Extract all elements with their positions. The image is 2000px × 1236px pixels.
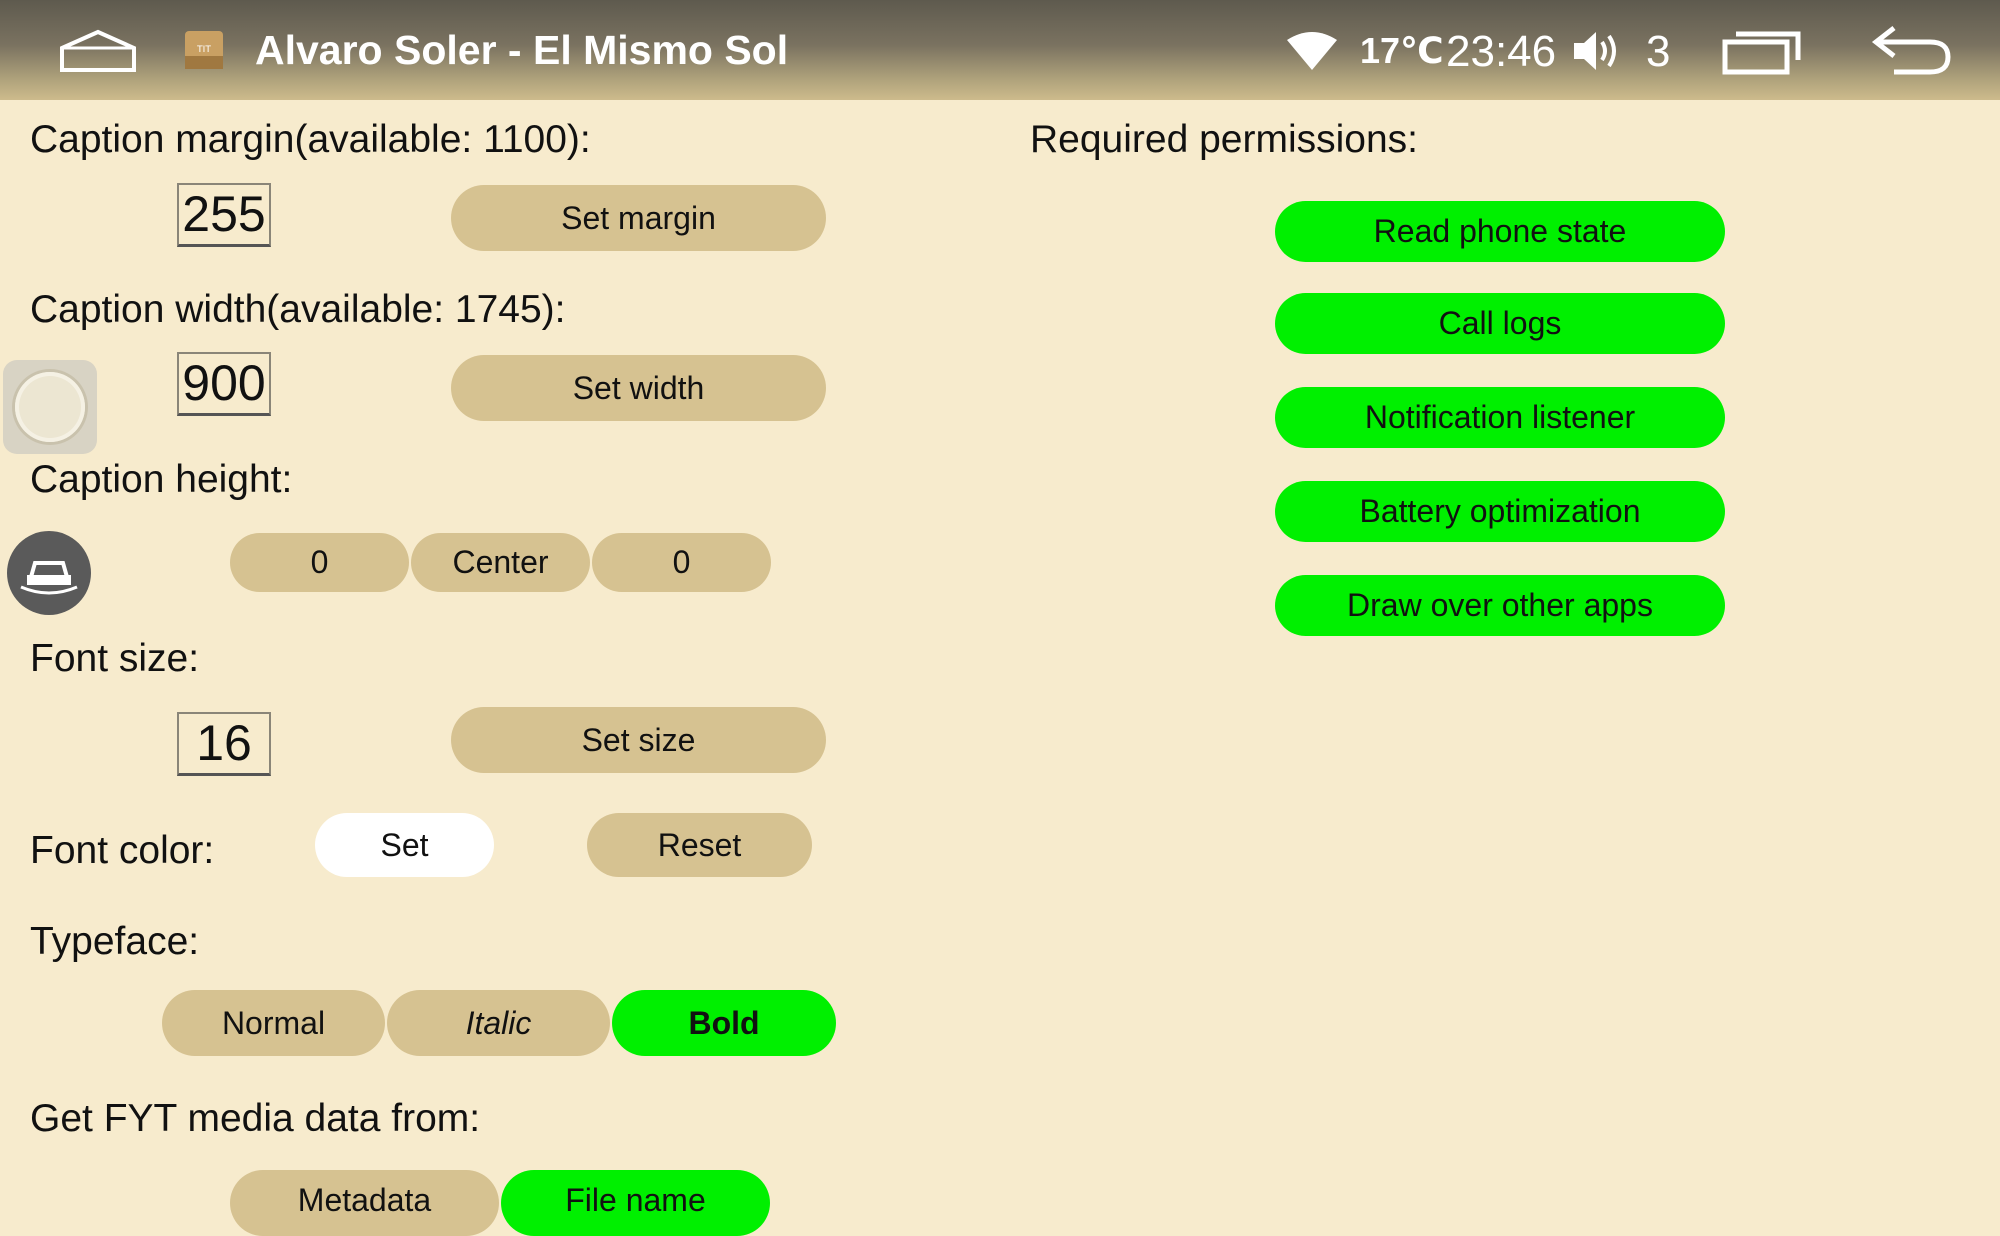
caption-width-label: Caption width(available: 1745): [30, 288, 566, 331]
notification-listener-button[interactable]: Notification listener [1275, 387, 1725, 448]
home-icon[interactable] [58, 26, 138, 76]
set-width-button[interactable]: Set width [451, 355, 826, 421]
set-size-button[interactable]: Set size [451, 707, 826, 773]
caption-height-top-button[interactable]: 0 [230, 533, 409, 592]
font-color-reset-button[interactable]: Reset [587, 813, 812, 877]
caption-width-input[interactable]: 900 [177, 352, 271, 416]
caption-height-label: Caption height: [30, 458, 293, 501]
assistive-touch-icon [15, 372, 85, 442]
recent-apps-icon[interactable] [1722, 28, 1802, 76]
font-size-label: Font size: [30, 637, 200, 680]
font-color-label: Font color: [30, 829, 215, 872]
caption-height-center-button[interactable]: Center [411, 533, 590, 592]
read-phone-state-button[interactable]: Read phone state [1275, 201, 1725, 262]
wifi-icon [1285, 30, 1339, 72]
media-source-filename-button[interactable]: File name [501, 1170, 770, 1236]
caption-margin-label: Caption margin(available: 1100): [30, 118, 591, 161]
svg-text:TIT: TIT [196, 45, 211, 55]
caption-margin-input[interactable]: 255 [177, 183, 271, 247]
volume-level: 3 [1646, 27, 1671, 76]
typeface-bold-button[interactable]: Bold [612, 990, 836, 1056]
typeface-italic-button[interactable]: Italic [387, 990, 610, 1056]
battery-optimization-button[interactable]: Battery optimization [1275, 481, 1725, 542]
media-source-metadata-button[interactable]: Metadata [230, 1170, 499, 1236]
status-bar: TIT Alvaro Soler - El Mismo Sol 17℃ 23:4… [0, 0, 2000, 100]
font-size-input[interactable]: 16 [177, 712, 271, 776]
set-margin-button[interactable]: Set margin [451, 185, 826, 251]
volume-icon[interactable] [1572, 28, 1624, 74]
caption-height-bottom-button[interactable]: 0 [592, 533, 771, 592]
permissions-label: Required permissions: [1030, 118, 1419, 161]
assistive-touch-button[interactable] [3, 360, 97, 454]
media-source-label: Get FYT media data from: [30, 1097, 481, 1140]
now-playing-title: Alvaro Soler - El Mismo Sol [255, 27, 789, 73]
typeface-normal-button[interactable]: Normal [162, 990, 385, 1056]
draw-over-other-apps-button[interactable]: Draw over other apps [1275, 575, 1725, 636]
call-logs-button[interactable]: Call logs [1275, 293, 1725, 354]
temperature: 17℃ [1360, 30, 1444, 71]
typeface-label: Typeface: [30, 920, 200, 963]
back-icon[interactable] [1870, 24, 1952, 76]
font-color-set-button[interactable]: Set [315, 813, 494, 877]
app-icon[interactable]: TIT [184, 30, 224, 70]
car-mode-icon[interactable] [7, 531, 91, 615]
clock: 23:46 [1446, 27, 1557, 76]
